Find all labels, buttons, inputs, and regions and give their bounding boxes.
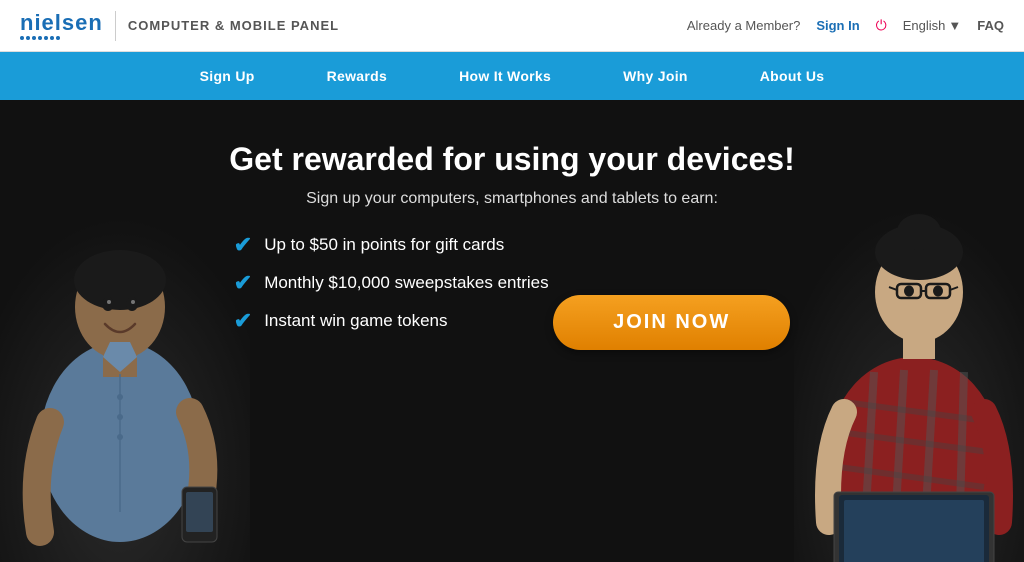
already-member-text: Already a Member? <box>687 18 800 33</box>
checkmark-icon-2: ✔ <box>234 270 252 296</box>
benefit-text-2: Monthly $10,000 sweepstakes entries <box>264 273 548 293</box>
logo-dots <box>20 36 60 40</box>
main-nav: Sign Up Rewards How It Works Why Join Ab… <box>0 52 1024 100</box>
hero-content: Get rewarded for using your devices! Sig… <box>229 100 794 374</box>
logo-text: nielsen <box>20 12 103 34</box>
benefit-item-3: ✔ Instant win game tokens <box>234 308 549 334</box>
chevron-down-icon: ▼ <box>948 18 961 33</box>
nav-item-how-it-works[interactable]: How It Works <box>423 52 587 100</box>
power-icon[interactable]: ⏻ <box>876 17 887 34</box>
person-left-illustration <box>0 132 250 562</box>
nav-item-signup[interactable]: Sign Up <box>164 52 291 100</box>
benefit-text-1: Up to $50 in points for gift cards <box>264 235 504 255</box>
header-left: nielsen COMPUTER & MOBILE PANEL <box>20 11 339 41</box>
checkmark-icon-1: ✔ <box>234 232 252 258</box>
benefit-item-1: ✔ Up to $50 in points for gift cards <box>234 232 549 258</box>
join-now-button[interactable]: JOIN NOW <box>553 295 790 350</box>
nielsen-logo: nielsen <box>20 12 103 40</box>
person-right-illustration <box>794 122 1024 562</box>
hero-headline: Get rewarded for using your devices! <box>229 140 794 178</box>
benefits-list: ✔ Up to $50 in points for gift cards ✔ M… <box>234 232 549 346</box>
logo-divider <box>115 11 116 41</box>
site-header: nielsen COMPUTER & MOBILE PANEL Already … <box>0 0 1024 52</box>
header-right: Already a Member? Sign In ⏻ English ▼ FA… <box>687 17 1004 34</box>
faq-link[interactable]: FAQ <box>977 18 1004 33</box>
hero-subheadline: Sign up your computers, smartphones and … <box>229 190 794 208</box>
benefit-item-2: ✔ Monthly $10,000 sweepstakes entries <box>234 270 549 296</box>
hero-section: Get rewarded for using your devices! Sig… <box>0 100 1024 562</box>
sign-in-link[interactable]: Sign In <box>816 18 859 33</box>
language-selector[interactable]: English ▼ <box>903 18 962 33</box>
benefit-text-3: Instant win game tokens <box>264 311 447 331</box>
nav-item-about-us[interactable]: About Us <box>724 52 861 100</box>
nav-item-rewards[interactable]: Rewards <box>291 52 423 100</box>
language-text: English <box>903 18 946 33</box>
site-title: COMPUTER & MOBILE PANEL <box>128 18 339 33</box>
nav-item-why-join[interactable]: Why Join <box>587 52 724 100</box>
checkmark-icon-3: ✔ <box>234 308 252 334</box>
